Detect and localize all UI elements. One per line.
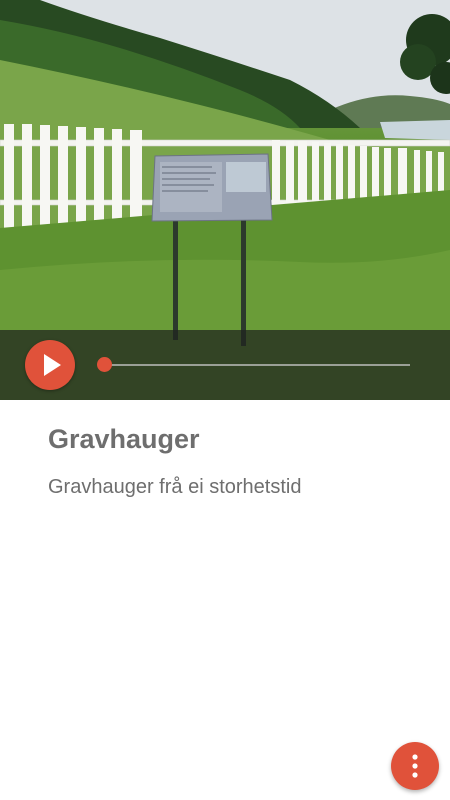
audio-progress-track[interactable] [97, 357, 410, 372]
play-button[interactable] [25, 340, 75, 390]
story-subtitle: Gravhauger frå ei storhetstid [48, 476, 302, 498]
play-icon [44, 354, 61, 376]
audio-progress-knob[interactable] [97, 357, 112, 372]
more-options-button[interactable] [391, 742, 439, 790]
more-vertical-icon [412, 754, 418, 778]
story-title: Gravhauger [48, 424, 200, 454]
